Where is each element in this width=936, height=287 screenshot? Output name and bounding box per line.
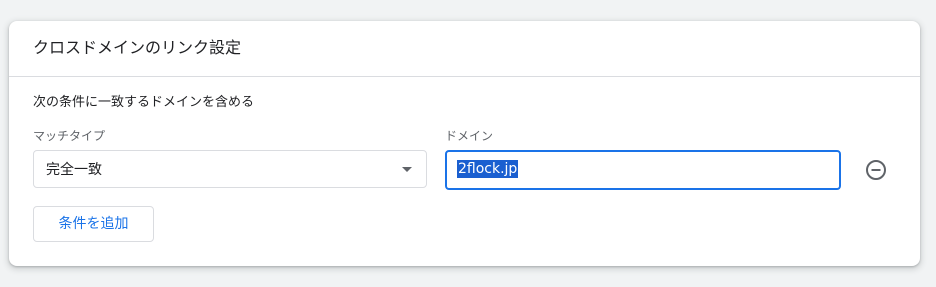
match-type-select[interactable]: 完全一致 (33, 150, 427, 188)
section-label: 次の条件に一致するドメインを含める (33, 95, 255, 110)
domain-label: ドメイン (445, 129, 494, 143)
card-title: クロスドメインのリンク設定 (33, 38, 242, 57)
domain-input-value: 2flock.jp (457, 160, 519, 178)
cross-domain-settings-card: クロスドメインのリンク設定 次の条件に一致するドメインを含める マッチタイプ ド… (9, 21, 920, 266)
card-header: クロスドメインのリンク設定 (9, 21, 920, 77)
remove-condition-button[interactable] (864, 158, 888, 182)
dropdown-arrow-icon (402, 167, 412, 172)
domain-input[interactable]: 2flock.jp (445, 150, 841, 190)
add-condition-label: 条件を追加 (58, 216, 129, 232)
remove-circle-outline-icon (866, 160, 886, 180)
add-condition-button[interactable]: 条件を追加 (33, 206, 154, 242)
match-type-selected-value: 完全一致 (46, 162, 102, 178)
match-type-label: マッチタイプ (33, 129, 106, 143)
